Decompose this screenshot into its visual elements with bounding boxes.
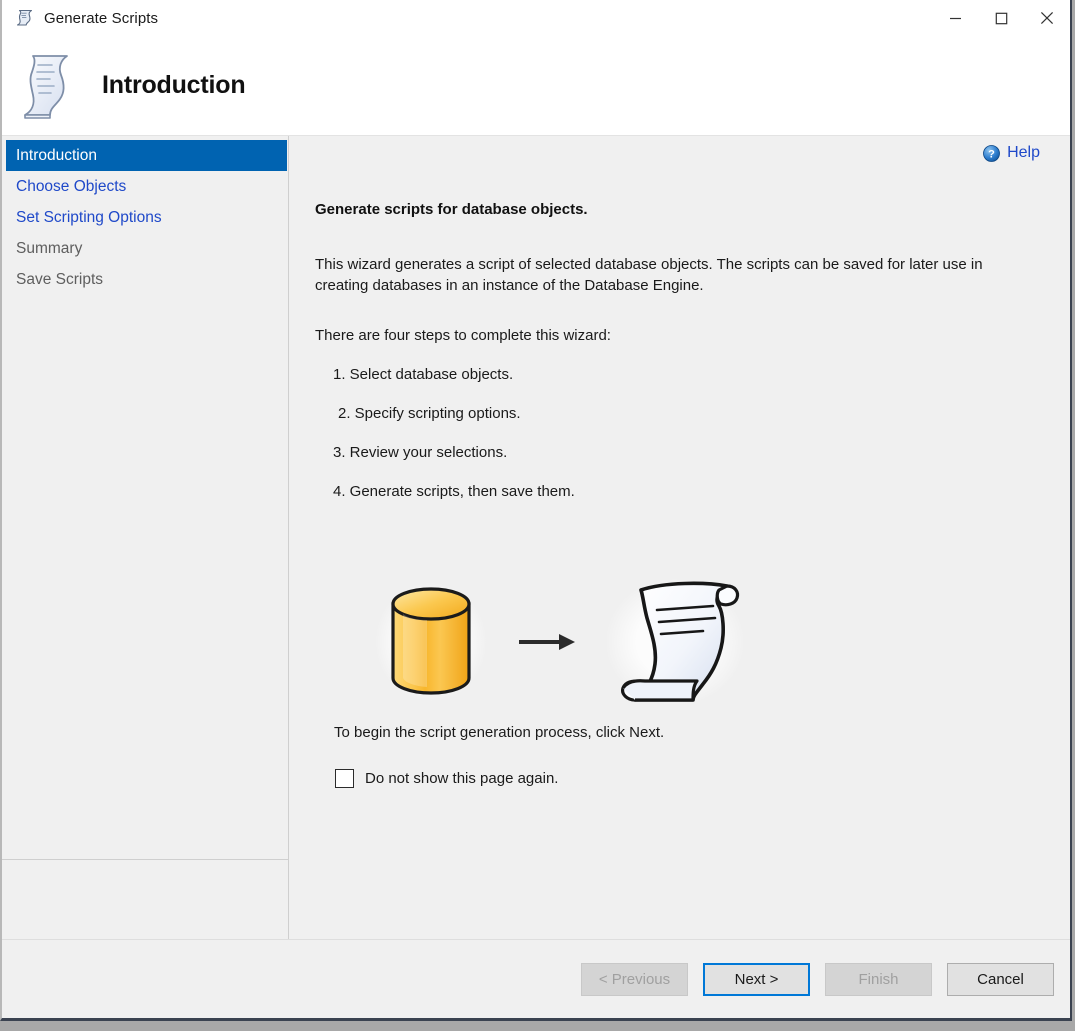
wizard-content: ? Help Generate scripts for database obj… [289,136,1070,939]
content-inner: ? Help Generate scripts for database obj… [289,136,1070,939]
sidebar-item-label: Set Scripting Options [16,209,162,226]
sidebar-item-set-scripting-options[interactable]: Set Scripting Options [6,202,287,233]
arrow-right-icon [515,622,577,662]
sidebar-item-save-scripts: Save Scripts [6,264,287,295]
window-title: Generate Scripts [44,10,158,27]
closing-instruction: To begin the script generation process, … [334,724,1046,741]
step-item-2: 2. Specify scripting options. [338,405,1046,422]
page-title: Introduction [102,71,245,100]
lead-heading: Generate scripts for database objects. [315,201,1046,218]
title-bar: Generate Scripts [2,0,1070,36]
window-body: Introduction Choose Objects Set Scriptin… [2,136,1070,939]
window-controls [932,0,1070,36]
sidebar-item-label: Introduction [16,147,97,164]
maximize-icon[interactable] [978,0,1024,36]
sidebar-item-introduction[interactable]: Introduction [6,140,287,171]
step-item-1: 1. Select database objects. [333,366,1046,383]
next-button[interactable]: Next > [703,963,810,996]
step-item-3: 3. Review your selections. [333,444,1046,461]
help-link[interactable]: ? Help [983,144,1040,162]
script-scroll-icon [14,7,36,29]
process-illustration [313,572,1046,712]
wizard-sidebar: Introduction Choose Objects Set Scriptin… [2,136,289,939]
svg-text:?: ? [988,148,995,160]
sidebar-item-choose-objects[interactable]: Choose Objects [6,171,287,202]
close-icon[interactable] [1024,0,1070,36]
sidebar-item-label: Choose Objects [16,178,126,195]
steps-intro: There are four steps to complete this wi… [315,327,1046,344]
sidebar-item-label: Summary [16,240,82,257]
checkbox-label: Do not show this page again. [365,770,558,787]
page-header: Introduction [2,36,1070,136]
minimize-icon[interactable] [932,0,978,36]
generate-scripts-window: Generate Scripts [0,0,1072,1021]
finish-button: Finish [825,963,932,996]
do-not-show-again-checkbox[interactable]: Do not show this page again. [335,769,1046,788]
cancel-button[interactable]: Cancel [947,963,1054,996]
script-scroll-icon [605,576,745,708]
script-scroll-icon [16,48,80,124]
checkbox-box-icon[interactable] [335,769,354,788]
database-cylinder-icon [375,578,487,706]
help-question-icon: ? [983,145,1000,162]
sidebar-item-label: Save Scripts [16,271,103,288]
sidebar-footer-divider [2,859,289,860]
description-paragraph: This wizard generates a script of select… [315,254,1025,297]
sidebar-item-summary: Summary [6,233,287,264]
help-label: Help [1007,144,1040,162]
wizard-footer: < Previous Next > Finish Cancel [2,939,1070,1018]
previous-button: < Previous [581,963,688,996]
step-item-4: 4. Generate scripts, then save them. [333,483,1046,500]
